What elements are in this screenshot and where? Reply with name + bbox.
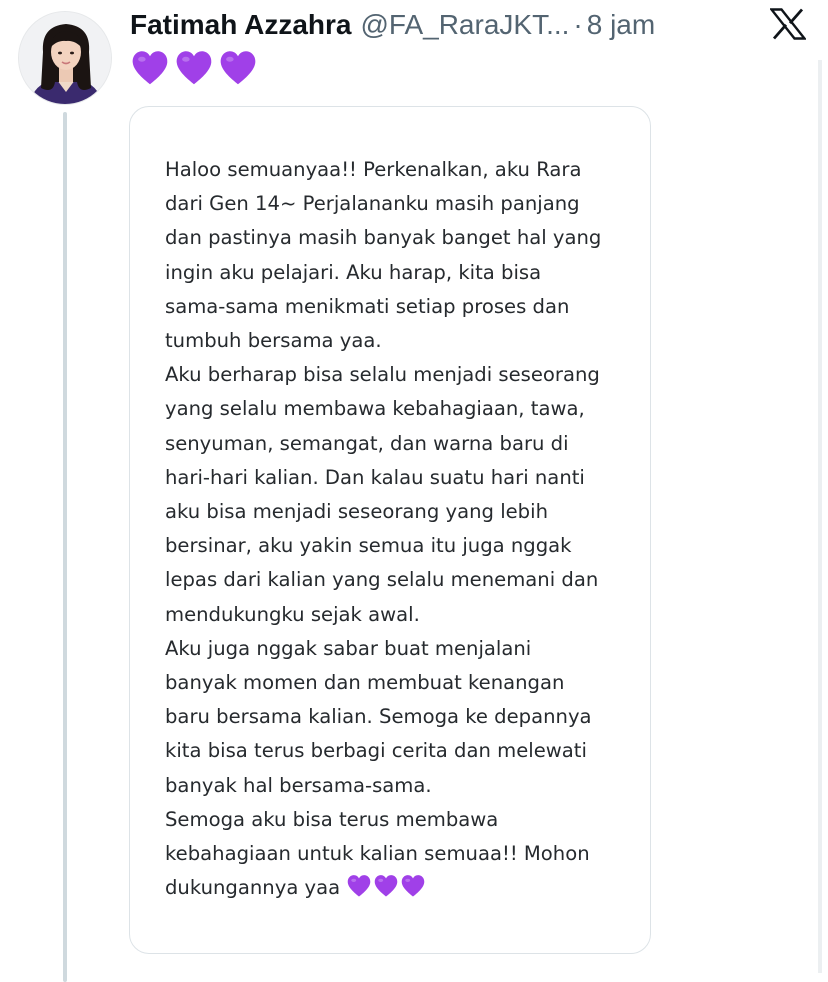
thread-line [63, 112, 67, 982]
x-logo-icon [769, 8, 807, 40]
purple-heart-icon [220, 51, 256, 85]
purple-heart-icon [132, 51, 168, 85]
card-text-line: Semoga aku bisa terus membawa [165, 807, 499, 831]
header-separator: · [573, 9, 583, 40]
display-name[interactable]: Fatimah Azzahra [130, 8, 351, 42]
card-text-line: mendukungku sejak awal. [165, 602, 420, 626]
card-text-line: banyak hal bersama-sama. [165, 773, 432, 797]
card-text-line: kebahagiaan untuk kalian semuaa!! Mohon [165, 842, 590, 866]
card-text-line: dari Gen 14~ Perjalananku masih panjang [165, 192, 580, 216]
card-text-line: aku bisa menjadi seseorang yang lebih [165, 500, 548, 524]
card-text-line: baru bersama kalian. Semoga ke depannya [165, 705, 592, 729]
card-text-line: ingin aku pelajari. Aku harap, kita bisa [165, 260, 542, 284]
card-text-line: lepas dari kalian yang selalu menemani d… [165, 568, 599, 592]
purple-heart-icon [176, 51, 212, 85]
user-handle[interactable]: @FA_RaraJKT... [360, 8, 569, 42]
tweet-timestamp[interactable]: 8 jam [587, 8, 655, 42]
card-text-line: kita bisa terus berbagi cerita dan melew… [165, 739, 587, 763]
purple-heart-icon [375, 875, 398, 897]
card-text-line: bersinar, aku yakin semua itu juga nggak [165, 534, 572, 558]
purple-heart-icon [402, 875, 425, 897]
card-text-line: dukungannya yaa [165, 876, 347, 900]
tweet-header: Fatimah Azzahra @FA_RaraJKT... · 8 jam [130, 8, 655, 42]
card-text-line: Aku berharap bisa selalu menjadi seseora… [165, 363, 600, 387]
card-text-line: Haloo semuanyaa!! Perkenalkan, aku Rara [165, 158, 582, 181]
scrollbar-track[interactable] [818, 60, 822, 973]
card-text-line: hari-hari kalian. Dan kalau suatu hari n… [165, 465, 585, 489]
card-text-line: sama-sama menikmati setiap proses dan [165, 294, 570, 318]
card-text-last-line: dukungannya yaa [165, 871, 635, 905]
card-text-line: tumbuh bersama yaa. [165, 329, 382, 353]
purple-heart-icon [348, 875, 371, 897]
card-text-line: banyak momen dan membuat kenangan [165, 671, 565, 695]
tweet-emoji-row [130, 48, 258, 88]
text-image-card[interactable]: Haloo semuanyaa!! Perkenalkan, aku Rara d… [129, 106, 651, 954]
card-text: Haloo semuanyaa!! Perkenalkan, aku Rara d… [165, 153, 635, 905]
card-text-line: Aku juga nggak sabar buat menjalani [165, 636, 532, 660]
card-text-line: yang selalu membawa kebahagiaan, tawa, [165, 397, 585, 421]
card-text-line: dan pastinya masih banyak banget hal yan… [165, 226, 602, 250]
card-text-line: senyuman, semangat, dan warna baru di [165, 431, 569, 455]
profile-avatar[interactable] [18, 11, 112, 105]
